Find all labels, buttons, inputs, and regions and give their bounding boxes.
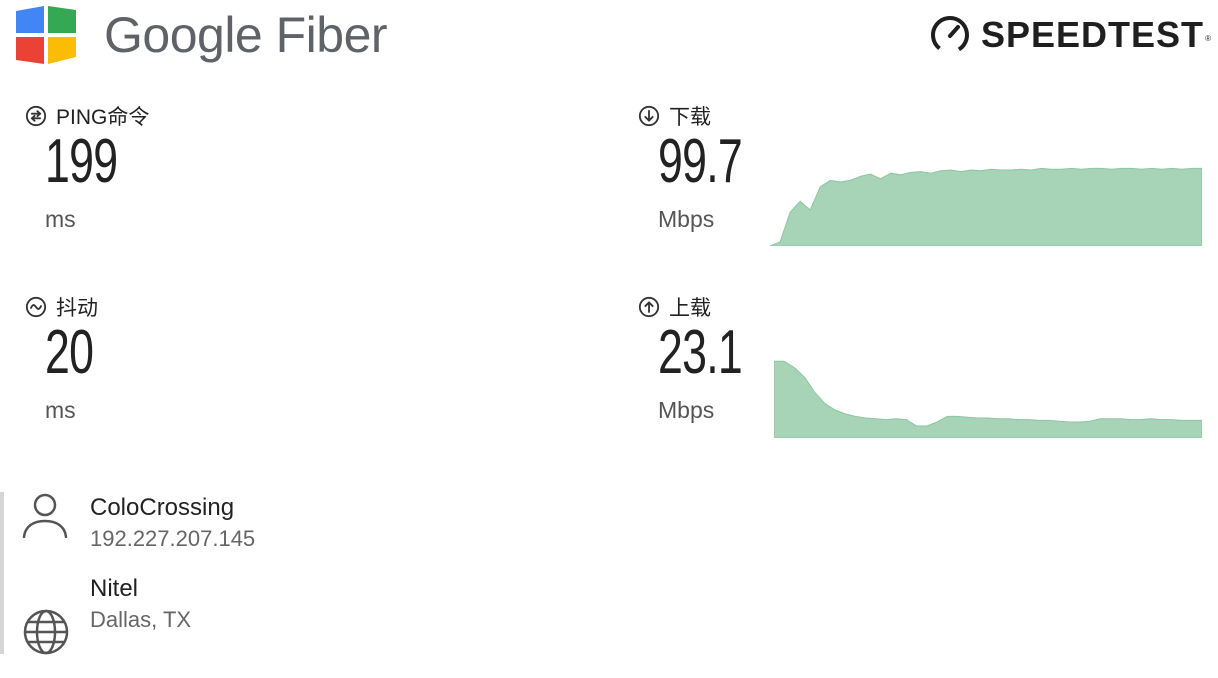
download-unit: Mbps bbox=[658, 206, 715, 232]
upload-value: 23.1 bbox=[658, 318, 743, 387]
upload-speed-graph bbox=[774, 360, 1202, 438]
registered-mark: ® bbox=[1205, 34, 1212, 43]
ping-value: 199 bbox=[45, 127, 118, 196]
speedometer-icon bbox=[930, 16, 969, 54]
download-arrow-icon bbox=[638, 105, 660, 127]
speedtest-logo: SPEEDTEST ® bbox=[929, 14, 1211, 56]
download-speed-graph bbox=[770, 167, 1202, 246]
speedtest-wordmark: SPEEDTEST ® bbox=[980, 14, 1211, 56]
server-location: Dallas, TX bbox=[90, 607, 192, 632]
download-value: 99.7 bbox=[658, 127, 743, 196]
user-icon bbox=[22, 493, 68, 538]
ping-unit: ms bbox=[45, 206, 76, 232]
google-fiber-red-shape bbox=[16, 37, 44, 64]
upload-unit: Mbps bbox=[658, 397, 715, 423]
jitter-value: 20 bbox=[45, 318, 94, 387]
download-graph-area bbox=[770, 167, 1202, 246]
google-fiber-logo bbox=[16, 6, 76, 64]
google-fiber-blue-shape bbox=[16, 6, 44, 33]
server-host-name: Nitel bbox=[90, 575, 139, 602]
speedtest-text: SPEEDTEST bbox=[980, 14, 1204, 55]
upload-arrow-icon bbox=[638, 296, 660, 318]
server-info-divider bbox=[0, 492, 4, 654]
jitter-icon bbox=[25, 296, 47, 318]
isp-name: ColoCrossing bbox=[90, 494, 235, 521]
google-fiber-yellow-shape bbox=[48, 37, 76, 64]
upload-graph-area bbox=[774, 360, 1202, 438]
isp-ip-address: 192.227.207.145 bbox=[90, 526, 256, 551]
globe-icon bbox=[23, 609, 69, 655]
google-fiber-green-shape bbox=[48, 6, 76, 33]
jitter-unit: ms bbox=[45, 397, 76, 423]
google-fiber-wordmark: Google Fiber bbox=[104, 7, 388, 63]
ping-icon bbox=[25, 105, 47, 127]
